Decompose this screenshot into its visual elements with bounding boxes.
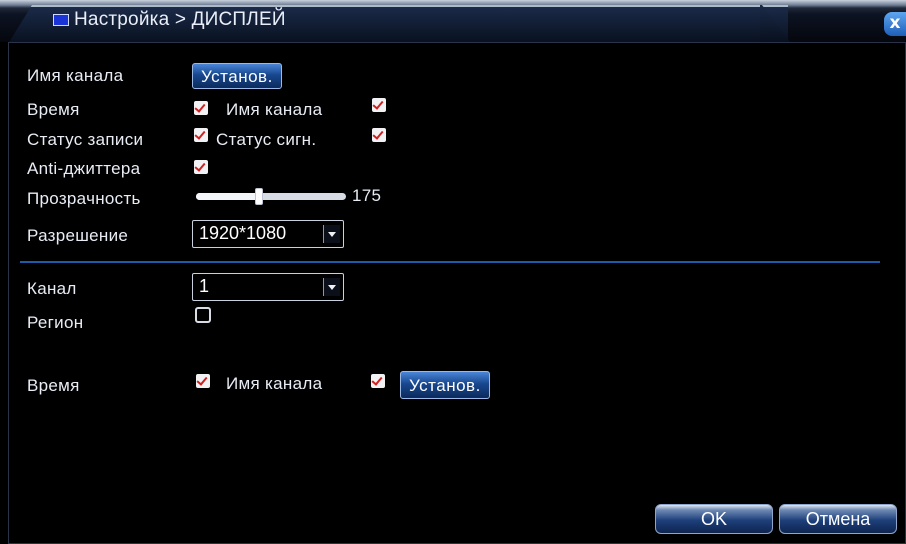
anti-jitter-checkbox[interactable]	[194, 160, 208, 174]
cancel-button[interactable]: Отмена	[779, 504, 897, 534]
anti-jitter-label: Anti-джиттера	[27, 159, 141, 178]
window-title: Настройка > ДИСПЛЕЙ	[74, 9, 286, 30]
channel-value: 1	[199, 276, 210, 296]
channel-label: Канал	[27, 279, 77, 298]
chevron-down-icon[interactable]	[323, 278, 340, 296]
settings-panel	[8, 42, 906, 544]
channel-time-checkbox[interactable]	[196, 374, 210, 388]
time-checkbox[interactable]	[194, 101, 208, 115]
channel-name-overlay-label: Имя канала	[226, 374, 323, 393]
alarm-status-label: Статус сигн.	[216, 130, 317, 149]
record-status-label: Статус записи	[27, 130, 144, 149]
section-divider	[20, 261, 880, 263]
region-label: Регион	[27, 313, 84, 332]
resolution-label: Разрешение	[27, 226, 129, 245]
channel-name-set-button[interactable]: Установ.	[192, 63, 282, 89]
record-status-checkbox[interactable]	[194, 128, 208, 142]
transparency-value: 175	[352, 186, 382, 205]
resolution-select[interactable]: 1920*1080	[192, 220, 344, 248]
monitor-icon	[53, 14, 69, 26]
display-settings-window: Настройка > ДИСПЛЕЙ x Имя канала Установ…	[0, 0, 906, 544]
transparency-slider-thumb[interactable]	[255, 188, 263, 205]
transparency-slider-fill	[196, 193, 259, 200]
region-checkbox[interactable]	[195, 307, 211, 323]
alarm-status-checkbox[interactable]	[372, 128, 386, 142]
channel-select[interactable]: 1	[192, 273, 344, 301]
chevron-down-icon[interactable]	[323, 225, 340, 243]
ok-button[interactable]: OK	[655, 504, 773, 534]
transparency-slider[interactable]	[196, 188, 346, 205]
resolution-value: 1920*1080	[199, 223, 287, 243]
close-button[interactable]: x	[884, 12, 906, 36]
title-bar: Настройка > ДИСПЛЕЙ x	[0, 0, 906, 44]
channel-time-label: Время	[27, 376, 80, 395]
channel-name-label: Имя канала	[27, 66, 124, 85]
channel-name-check-label: Имя канала	[226, 100, 323, 119]
channel-set-button[interactable]: Установ.	[400, 371, 490, 399]
channel-name-checkbox[interactable]	[372, 98, 386, 112]
channel-name-overlay-checkbox[interactable]	[371, 374, 385, 388]
transparency-label: Прозрачность	[27, 189, 141, 208]
time-label: Время	[27, 100, 80, 119]
